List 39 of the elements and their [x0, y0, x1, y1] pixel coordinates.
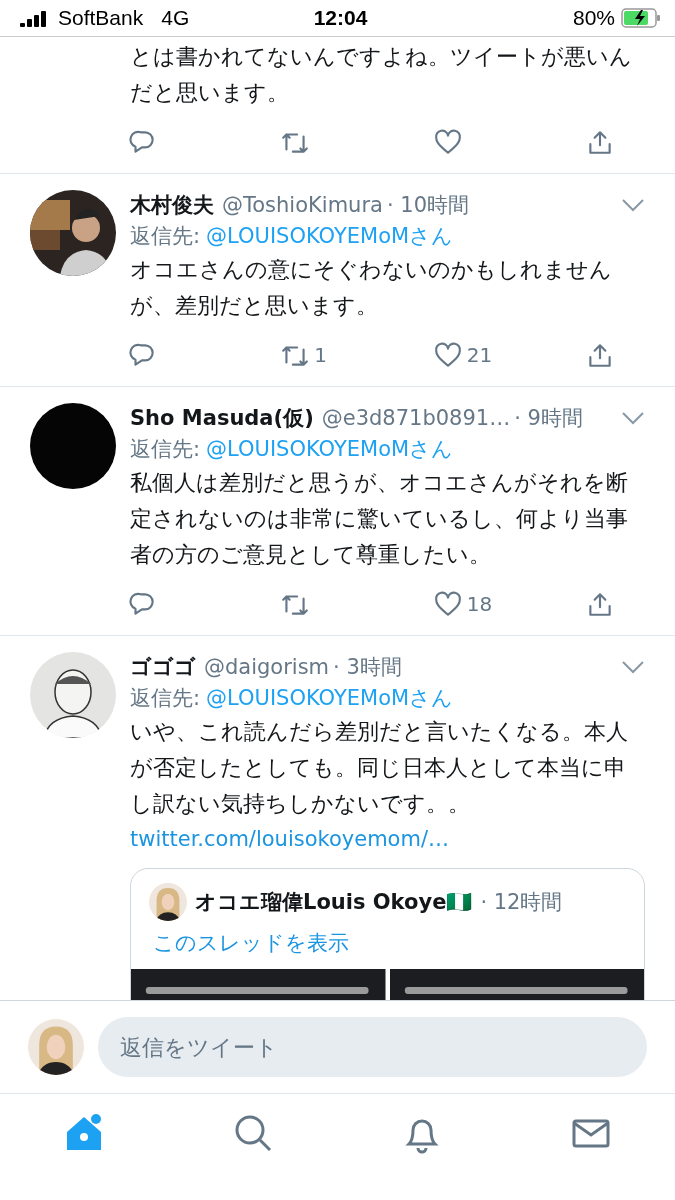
mention-link[interactable]: @LOUISOKOYEMoMさん	[206, 222, 454, 250]
tweet-text: いや、これ読んだら差別だと言いたくなる。本人が否定したとしても。同じ日本人として本当に申し訳ない気持ちしかないです。。	[130, 718, 629, 818]
battery-percent: 80%	[573, 6, 615, 30]
author-name[interactable]: 木村俊夫	[130, 191, 214, 219]
avatar[interactable]	[30, 403, 116, 489]
clock: 12:04	[312, 6, 369, 30]
tweet-text: 私個人は差別だと思うが、オコエさんがそれを断定されないのは非常に驚いているし、何より当事者の方のご意見として尊重したい。	[130, 469, 629, 569]
mention-link[interactable]: @LOUISOKOYEMoMさん	[206, 435, 454, 463]
mention-link[interactable]: @LOUISOKOYEMoMさん	[206, 684, 454, 712]
author-handle[interactable]: @e3d871b0891…	[321, 406, 511, 430]
chevron-icon[interactable]	[621, 411, 645, 425]
reply-label: 返信先:	[130, 223, 201, 250]
heart-icon	[432, 128, 463, 156]
author-handle[interactable]: @daigorism	[204, 655, 330, 679]
carrier-name: SoftBank	[58, 6, 144, 30]
chevron-icon[interactable]	[621, 198, 645, 212]
timestamp: · 3時間	[333, 654, 402, 681]
reply-label: 返信先:	[130, 436, 201, 463]
show-thread-link[interactable]: このスレッドを表示	[131, 925, 644, 969]
timestamp: · 12時間	[480, 889, 563, 916]
network-type: 4G	[161, 6, 190, 30]
timestamp: · 10時間	[386, 192, 469, 219]
heart-icon	[432, 590, 463, 618]
heart-button[interactable]: 21	[432, 341, 585, 369]
tweet-text: オコエさんの意にそぐわないのかもしれませんが、差別だと思います。	[130, 256, 613, 320]
retweet-button[interactable]: 1	[280, 341, 433, 369]
reply-field[interactable]: 返信をツイート	[98, 1017, 647, 1077]
author-name[interactable]: Sho Masuda(仮)	[130, 404, 314, 432]
timestamp: · 9時間	[514, 405, 583, 432]
author-name: オコエ瑠偉Louis Okoye🇳🇬	[195, 889, 473, 916]
reply-label: 返信先:	[130, 685, 201, 712]
author-handle[interactable]: @ToshioKimura	[222, 193, 383, 217]
chevron-icon[interactable]	[621, 660, 645, 674]
heart-icon	[432, 341, 463, 369]
author-name[interactable]: ゴゴゴ	[130, 653, 196, 681]
tweet-link[interactable]: twitter.com/louisokoyemom/…	[130, 822, 645, 856]
tweet-text: とは書かれてないんですよね。ツイートが悪いんだと思います。	[130, 43, 633, 107]
heart-button[interactable]: 18	[432, 590, 585, 618]
battery-icon	[621, 8, 661, 28]
